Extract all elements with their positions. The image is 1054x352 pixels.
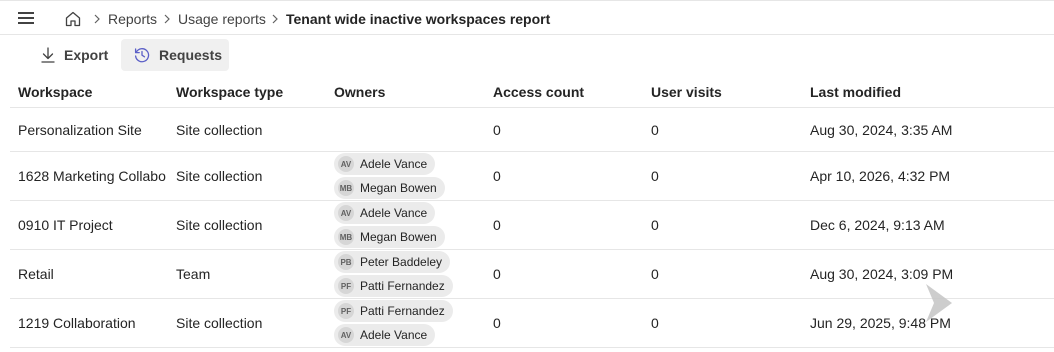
workspace-type: Site collection — [176, 122, 263, 138]
owner-name: Peter Baddeley — [360, 255, 443, 269]
chevron-right-icon — [164, 14, 170, 24]
requests-label: Requests — [159, 47, 223, 63]
column-header-workspace-type[interactable]: Workspace type — [176, 84, 326, 100]
workspace-type: Site collection — [176, 168, 263, 184]
column-header-access-count[interactable]: Access count — [493, 84, 643, 100]
column-header-workspace[interactable]: Workspace — [18, 84, 166, 100]
breadcrumb-usage-reports[interactable]: Usage reports — [178, 11, 266, 27]
workspace-name[interactable]: 1219 Collaboration — [18, 315, 166, 331]
owner-persona[interactable]: PF Patti Fernandez — [334, 275, 453, 297]
owner-name: Adele Vance — [360, 206, 428, 220]
history-icon — [134, 48, 150, 63]
owner-persona[interactable]: PF Patti Fernandez — [334, 300, 453, 322]
workspace-type: Site collection — [176, 217, 263, 233]
owner-persona[interactable]: PB Peter Baddeley — [334, 251, 451, 273]
chevron-right-icon — [272, 14, 278, 24]
table-header-row: Workspace Workspace type Owners Access c… — [10, 74, 1054, 108]
workspace-name[interactable]: 1628 Marketing Collaboration — [18, 168, 166, 184]
last-modified: Jun 29, 2025, 9:48 PM — [810, 315, 951, 331]
owner-name: Adele Vance — [360, 328, 428, 342]
breadcrumb-reports[interactable]: Reports — [108, 11, 157, 27]
table-row[interactable]: Personalization Site Site collection 0 0… — [10, 108, 1054, 152]
avatar: MB — [338, 180, 354, 196]
user-visits: 0 — [651, 266, 659, 282]
column-header-user-visits[interactable]: User visits — [651, 84, 801, 100]
owner-persona[interactable]: AV Adele Vance — [334, 202, 436, 224]
workspace-type: Site collection — [176, 315, 263, 331]
owner-name: Patti Fernandez — [360, 279, 445, 293]
owner-persona[interactable]: AV Adele Vance — [334, 153, 436, 175]
export-label: Export — [64, 47, 109, 63]
table-row[interactable]: Retail Team PB Peter Baddeley PF Patti F… — [10, 250, 1054, 299]
workspace-name[interactable]: 0910 IT Project — [18, 217, 166, 233]
avatar: AV — [338, 327, 354, 343]
last-modified: Aug 30, 2024, 3:35 AM — [810, 122, 953, 138]
user-visits: 0 — [651, 168, 659, 184]
avatar: AV — [338, 156, 354, 172]
last-modified: Dec 6, 2024, 9:13 AM — [810, 217, 945, 233]
avatar: PF — [338, 303, 354, 319]
avatar: PF — [338, 278, 354, 294]
inactive-workspaces-table: Workspace Workspace type Owners Access c… — [10, 74, 1054, 348]
table-row[interactable]: 0910 IT Project Site collection AV Adele… — [10, 201, 1054, 250]
scroll-right-chevron-icon[interactable] — [920, 282, 954, 324]
owner-persona[interactable]: MB Megan Bowen — [334, 177, 445, 199]
table-row[interactable]: 1219 Collaboration Site collection PF Pa… — [10, 299, 1054, 348]
avatar: MB — [338, 229, 354, 245]
avatar: AV — [338, 205, 354, 221]
column-header-owners[interactable]: Owners — [334, 84, 484, 100]
column-header-last-modified[interactable]: Last modified — [810, 84, 1010, 100]
last-modified: Aug 30, 2024, 3:09 PM — [810, 266, 954, 282]
owner-name: Megan Bowen — [360, 181, 437, 195]
workspace-name[interactable]: Retail — [18, 266, 166, 282]
avatar: PB — [338, 254, 354, 270]
command-bar: Export Requests — [0, 36, 1054, 74]
export-button[interactable]: Export — [32, 39, 118, 71]
owner-name: Patti Fernandez — [360, 304, 445, 318]
workspace-type: Team — [176, 266, 211, 282]
page-title: Tenant wide inactive workspaces report — [286, 11, 551, 27]
owner-persona[interactable]: AV Adele Vance — [334, 324, 436, 346]
workspace-name[interactable]: Personalization Site — [18, 122, 166, 138]
last-modified: Apr 10, 2026, 4:32 PM — [810, 168, 951, 184]
access-count: 0 — [493, 168, 501, 184]
requests-button[interactable]: Requests — [121, 39, 229, 71]
user-visits: 0 — [651, 315, 659, 331]
chevron-right-icon — [94, 14, 100, 24]
table-row[interactable]: 1628 Marketing Collaboration Site collec… — [10, 152, 1054, 201]
access-count: 0 — [493, 315, 501, 331]
download-icon — [41, 47, 55, 63]
owner-name: Adele Vance — [360, 157, 428, 171]
user-visits: 0 — [651, 122, 659, 138]
user-visits: 0 — [651, 217, 659, 233]
owner-name: Megan Bowen — [360, 230, 437, 244]
breadcrumb-bar: Reports Usage reports Tenant wide inacti… — [0, 0, 1054, 35]
hamburger-menu-icon[interactable] — [18, 12, 34, 24]
home-icon[interactable] — [64, 10, 82, 28]
owner-persona[interactable]: MB Megan Bowen — [334, 226, 445, 248]
access-count: 0 — [493, 122, 501, 138]
access-count: 0 — [493, 266, 501, 282]
access-count: 0 — [493, 217, 501, 233]
